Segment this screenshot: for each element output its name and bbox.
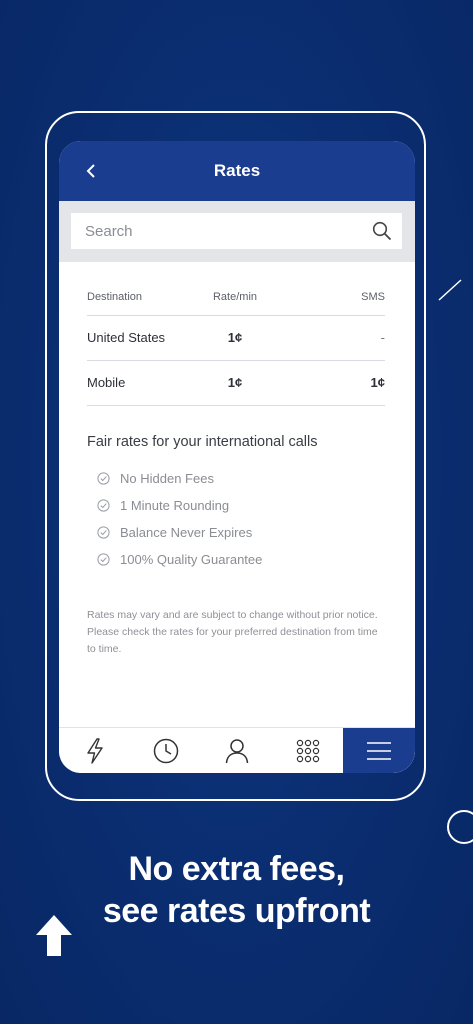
check-circle-icon xyxy=(97,553,110,566)
keypad-icon xyxy=(296,739,319,763)
feature-label: 1 Minute Rounding xyxy=(120,498,230,513)
header-rate: Rate/min xyxy=(212,291,258,303)
rate-cell: 1¢ xyxy=(227,330,243,345)
destination-cell: Mobile xyxy=(87,375,126,390)
app-header: Rates xyxy=(59,141,415,201)
nav-item-history[interactable] xyxy=(130,728,201,773)
rate-cell: 1¢ xyxy=(227,375,243,390)
bottom-nav xyxy=(59,727,415,773)
user-icon xyxy=(225,739,248,764)
back-button[interactable] xyxy=(77,157,105,185)
nav-item-recharge[interactable] xyxy=(59,728,130,773)
check-circle-icon xyxy=(97,472,110,485)
table-row[interactable]: United States 1¢ - xyxy=(87,316,385,361)
nav-item-menu[interactable] xyxy=(343,728,415,773)
chevron-left-icon xyxy=(86,164,95,178)
table-row[interactable]: Mobile 1¢ 1¢ xyxy=(87,361,385,406)
lightning-icon xyxy=(86,738,103,764)
search-bar xyxy=(59,201,415,262)
feature-label: No Hidden Fees xyxy=(120,471,214,486)
sms-cell: 1¢ xyxy=(370,375,385,390)
disclaimer-text: Rates may vary and are subject to change… xyxy=(87,609,378,655)
page-title: Rates xyxy=(213,161,261,180)
decorative-circle xyxy=(447,810,473,844)
nav-item-account[interactable] xyxy=(201,728,272,773)
header-destination: Destination xyxy=(87,291,143,303)
feature-label: Balance Never Expires xyxy=(120,525,253,540)
sms-cell: - xyxy=(380,330,385,345)
nav-item-dialpad[interactable] xyxy=(272,728,343,773)
search-box xyxy=(71,213,402,249)
clock-icon xyxy=(153,738,178,764)
decorative-slash xyxy=(438,279,462,301)
phone-screen: Rates Destination Rate/min SMS United St… xyxy=(59,141,415,773)
menu-icon xyxy=(367,742,391,760)
promo-line-1: No extra fees, xyxy=(128,850,346,888)
search-icon[interactable] xyxy=(372,221,392,241)
destination-cell: United States xyxy=(87,330,166,345)
rates-table: Destination Rate/min SMS United States 1… xyxy=(87,291,385,406)
table-header: Destination Rate/min SMS xyxy=(87,291,385,316)
feature-label: 100% Quality Guarantee xyxy=(120,552,263,567)
check-circle-icon xyxy=(97,526,110,539)
header-sms: SMS xyxy=(361,291,385,303)
fair-rates-title: Fair rates for your international calls xyxy=(87,434,318,450)
search-input[interactable] xyxy=(71,213,361,249)
check-circle-icon xyxy=(97,499,110,512)
arrow-up-icon xyxy=(36,915,72,956)
